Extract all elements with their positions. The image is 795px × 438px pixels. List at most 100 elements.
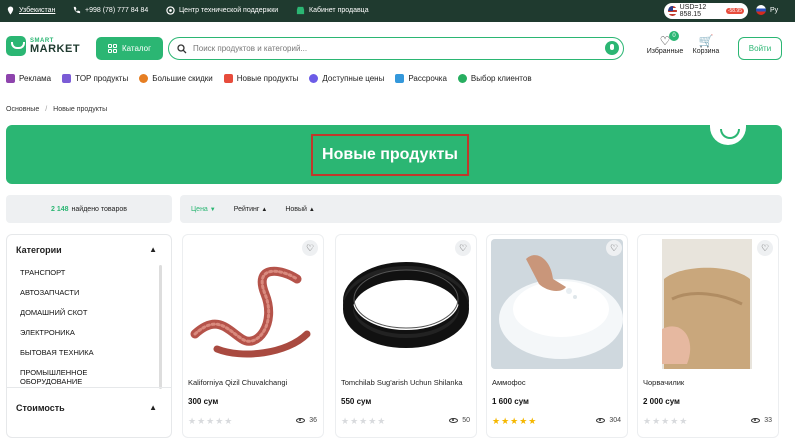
support-link[interactable]: Центр технической поддержки bbox=[166, 6, 278, 15]
support-icon bbox=[166, 6, 175, 15]
favorites-button[interactable]: ♡ 0 Избранные bbox=[645, 31, 685, 55]
nav-item-label: Рассрочка bbox=[408, 74, 447, 83]
region-selector[interactable]: Узбекистан bbox=[6, 6, 55, 15]
language-label: Ру bbox=[770, 6, 779, 14]
view-count-value: 304 bbox=[609, 417, 621, 424]
page-title: Новые продукты bbox=[311, 134, 469, 176]
view-count-value: 36 bbox=[309, 417, 317, 424]
cart-icon: 🛒 bbox=[698, 34, 714, 48]
categories-scrollbar[interactable] bbox=[159, 265, 162, 389]
view-count-value: 50 bbox=[462, 417, 470, 424]
ads-icon bbox=[6, 74, 15, 83]
product-card[interactable]: ♡ Чорвачилик 2 000 сум ★★★★★ 33 bbox=[637, 234, 779, 438]
nav-item-top-products[interactable]: TOP продукты bbox=[62, 74, 128, 83]
nav-item-label: Выбор клиентов bbox=[470, 74, 532, 83]
breadcrumb-current: Новые продукты bbox=[53, 106, 108, 113]
view-count: 304 bbox=[596, 417, 621, 424]
cart-button[interactable]: 🛒 Корзина bbox=[688, 34, 724, 55]
sort-bar: Цена ▼ Рейтинг ▲ Новый ▲ bbox=[180, 195, 782, 223]
breadcrumb-home[interactable]: Основные bbox=[6, 106, 39, 113]
product-name[interactable]: Kaliforniya Qizil Chuvalchangi bbox=[188, 378, 287, 387]
product-image[interactable] bbox=[340, 239, 472, 369]
category-item[interactable]: ПРОМЫШЛЕННОЕ ОБОРУДОВАНИЕ bbox=[20, 368, 110, 385]
product-card[interactable]: ♡ Tomchilab Sug'arish Uchun Shilanka 550… bbox=[335, 234, 477, 438]
category-item[interactable]: ДОМАШНИЙ СКОТ bbox=[20, 308, 87, 317]
worm-image bbox=[190, 266, 311, 358]
filter-sidebar: Категории ▲ ТРАНСПОРТ АВТОЗАПЧАСТИ ДОМАШ… bbox=[6, 234, 172, 438]
nav-item-label: Новые продукты bbox=[236, 74, 299, 83]
product-name[interactable]: Tomchilab Sug'arish Uchun Shilanka bbox=[341, 378, 463, 387]
grid-icon bbox=[107, 44, 117, 53]
product-image[interactable] bbox=[491, 239, 623, 369]
nav-item-affordable[interactable]: Доступные цены bbox=[309, 74, 384, 83]
category-item[interactable]: ЭЛЕКТРОНИКА bbox=[20, 328, 75, 337]
sort-new-label: Новый bbox=[285, 205, 307, 213]
new-icon bbox=[223, 74, 233, 83]
price-title[interactable]: Стоимость bbox=[16, 403, 65, 413]
nav-item-ads[interactable]: Реклама bbox=[6, 74, 51, 83]
catalog-button[interactable]: Каталог bbox=[96, 37, 163, 60]
breadcrumb: Основные / Новые продукты bbox=[6, 106, 107, 113]
heart-icon[interactable]: ♡ bbox=[757, 240, 773, 256]
sort-new[interactable]: Новый ▲ bbox=[285, 206, 315, 213]
view-count-value: 33 bbox=[764, 417, 772, 424]
nav-item-discounts[interactable]: Большие скидки bbox=[139, 74, 213, 83]
location-icon bbox=[7, 6, 14, 15]
login-button[interactable]: Войти bbox=[738, 37, 782, 60]
sort-price[interactable]: Цена ▼ bbox=[191, 206, 216, 213]
eye-icon bbox=[751, 418, 761, 423]
product-price: 1 600 сум bbox=[492, 397, 529, 406]
product-name[interactable]: Аммофос bbox=[492, 378, 526, 387]
product-card[interactable]: ♡ Аммофос 1 600 сум ★★★★★ 304 bbox=[486, 234, 628, 438]
product-image[interactable] bbox=[642, 239, 774, 369]
chevron-up-icon[interactable]: ▲ bbox=[149, 245, 157, 254]
sort-price-label: Цена bbox=[191, 205, 208, 213]
category-item[interactable]: БЫТОВАЯ ТЕХНИКА bbox=[20, 348, 94, 357]
chevron-down-icon: ▼ bbox=[209, 206, 216, 213]
hose-coil-image bbox=[343, 262, 469, 348]
support-label: Центр технической поддержки bbox=[179, 7, 279, 14]
star-rating: ★★★★★ bbox=[341, 416, 387, 426]
divider bbox=[7, 387, 171, 388]
heart-icon[interactable]: ♡ bbox=[606, 240, 622, 256]
us-flag-icon bbox=[668, 6, 677, 16]
nav-item-new-products[interactable]: Новые продукты bbox=[223, 74, 299, 83]
site-logo[interactable]: SMART MARKET bbox=[6, 36, 80, 56]
view-count: 50 bbox=[449, 417, 470, 424]
catalog-label: Каталог bbox=[121, 44, 152, 53]
chevron-up-icon[interactable]: ▲ bbox=[149, 403, 157, 412]
heart-icon[interactable]: ♡ bbox=[455, 240, 471, 256]
phone-link[interactable]: +998 (78) 777 84 84 bbox=[72, 6, 148, 15]
nav-item-installments[interactable]: Рассрочка bbox=[395, 74, 447, 83]
heart-icon[interactable]: ♡ bbox=[302, 240, 318, 256]
category-item[interactable]: ТРАНСПОРТ bbox=[20, 268, 65, 277]
discount-icon bbox=[139, 74, 149, 83]
seller-cabinet-link[interactable]: Кабинет продавца bbox=[296, 6, 369, 15]
product-name[interactable]: Чорвачилик bbox=[643, 378, 684, 387]
logo-icon bbox=[6, 36, 26, 56]
phone-icon bbox=[73, 6, 81, 14]
sort-rating-label: Рейтинг bbox=[233, 205, 260, 213]
sort-rating[interactable]: Рейтинг ▲ bbox=[234, 206, 268, 213]
eye-icon bbox=[449, 418, 459, 423]
top-icon bbox=[62, 74, 72, 83]
eye-icon bbox=[296, 418, 306, 423]
product-image[interactable] bbox=[187, 239, 319, 369]
currency-delta: -58.95 bbox=[725, 8, 744, 14]
results-number: 2 148 bbox=[51, 205, 69, 213]
category-item[interactable]: АВТОЗАПЧАСТИ bbox=[20, 288, 79, 297]
nav-item-customer-choice[interactable]: Выбор клиентов bbox=[457, 74, 532, 83]
product-card[interactable]: ♡ Kaliforniya Qizil Chuvalchangi 300 сум… bbox=[182, 234, 324, 438]
installment-icon bbox=[395, 74, 405, 83]
star-rating: ★★★★★ bbox=[643, 416, 689, 426]
microphone-icon[interactable] bbox=[605, 41, 619, 55]
search-input[interactable] bbox=[193, 44, 593, 53]
categories-title[interactable]: Категории bbox=[16, 245, 62, 255]
results-count: 2 148 найдено товаров bbox=[6, 195, 172, 223]
search-bar bbox=[168, 37, 624, 60]
currency-rate[interactable]: USD=12 858.15 -58.95 bbox=[664, 3, 748, 19]
cart-label: Корзина bbox=[692, 48, 720, 55]
language-selector[interactable]: Ру bbox=[756, 5, 778, 15]
eye-icon bbox=[596, 418, 606, 423]
favorites-badge: 0 bbox=[669, 31, 679, 41]
